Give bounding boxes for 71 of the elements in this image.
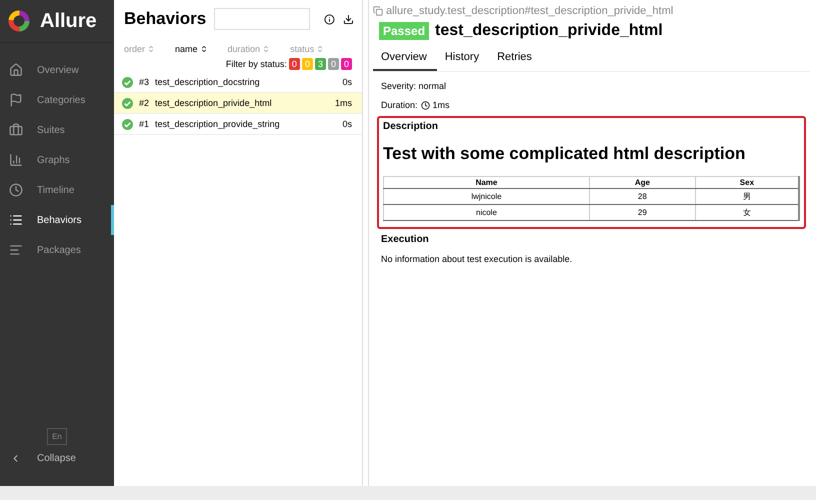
- nav-item[interactable]: Overview: [0, 55, 114, 85]
- test-row[interactable]: #2 test_description_privide_html 1ms: [114, 93, 362, 114]
- column-header: Age: [589, 176, 696, 188]
- duration-label: Duration:: [381, 100, 418, 110]
- app-logo: Allure: [40, 10, 97, 32]
- description-heading: Test with some complicated html description: [383, 144, 746, 164]
- nav-item[interactable]: Packages: [0, 235, 114, 265]
- clock-icon: [9, 183, 23, 197]
- flag-icon: [9, 93, 23, 107]
- table-cell: 28: [589, 188, 696, 204]
- sort-icon: [316, 45, 324, 53]
- tab[interactable]: Retries: [489, 45, 542, 71]
- test-order: #1: [139, 119, 150, 129]
- table-cell: nicole: [384, 204, 590, 220]
- tab[interactable]: Overview: [373, 45, 437, 71]
- test-duration: 0s: [342, 119, 352, 129]
- nav-item[interactable]: Timeline: [0, 175, 114, 205]
- test-order: #2: [139, 98, 150, 108]
- sort-icon: [200, 45, 208, 53]
- sort-icon: [147, 45, 156, 53]
- status-badge: Passed: [379, 22, 430, 40]
- filter-label: Filter by status:: [226, 59, 287, 69]
- test-duration: 1ms: [334, 98, 352, 108]
- test-path: allure_study.test_description#test_description_privide_html: [386, 5, 674, 17]
- sort-column[interactable]: order: [124, 44, 156, 54]
- passed-icon: [122, 98, 133, 108]
- list-icon: [9, 213, 23, 227]
- briefcase-icon: [9, 123, 23, 137]
- test-name: test_description_privide_html: [155, 98, 273, 108]
- nav-item[interactable]: Behaviors: [0, 205, 114, 235]
- panel-title: Behaviors: [124, 9, 206, 29]
- passed-icon: [122, 118, 133, 130]
- section-title: Description: [383, 121, 440, 132]
- collapse-button[interactable]: Collapse: [0, 453, 114, 486]
- table-cell: 29: [589, 204, 696, 220]
- column-header: Name: [384, 176, 590, 188]
- language-button[interactable]: En: [47, 428, 67, 445]
- sort-column[interactable]: name: [175, 44, 208, 54]
- tab[interactable]: History: [436, 45, 490, 71]
- status-filter[interactable]: 0: [328, 58, 339, 70]
- nav-item[interactable]: Categories: [0, 85, 114, 115]
- logo-icon: [8, 10, 30, 32]
- execution-text: No information about test execution is available.: [380, 253, 574, 264]
- sort-column[interactable]: duration: [228, 44, 270, 54]
- test-name: test_description_docstring: [155, 77, 261, 87]
- table-cell: 男: [695, 188, 799, 204]
- lines-icon: [9, 243, 23, 257]
- test-name: test_description_provide_string: [155, 119, 281, 129]
- search-field[interactable]: [214, 8, 310, 30]
- passed-icon: [122, 76, 133, 88]
- status-filter[interactable]: 0: [288, 58, 300, 70]
- test-duration: 0s: [342, 77, 352, 87]
- status-filter[interactable]: 3: [314, 58, 326, 70]
- sort-column[interactable]: status: [290, 44, 324, 54]
- sort-icon: [262, 45, 270, 53]
- table-cell: lwjnicole: [384, 188, 590, 204]
- home-icon: [9, 63, 23, 77]
- section-title: Execution: [381, 234, 430, 245]
- test-title: test_description_privide_html: [435, 22, 663, 40]
- test-order: #3: [139, 77, 150, 87]
- severity-text: Severity: normal: [380, 80, 448, 91]
- nav-item[interactable]: Graphs: [0, 145, 114, 175]
- column-header: Sex: [695, 176, 799, 188]
- info-icon[interactable]: [324, 12, 336, 26]
- table-cell: 女: [695, 204, 799, 220]
- clock-icon: [420, 100, 430, 110]
- copy-icon[interactable]: [373, 6, 383, 16]
- status-filter[interactable]: 0: [340, 58, 352, 70]
- duration-value: 1ms: [432, 100, 450, 110]
- nav-item[interactable]: Suites: [0, 115, 114, 145]
- bar-chart-icon: [9, 153, 23, 167]
